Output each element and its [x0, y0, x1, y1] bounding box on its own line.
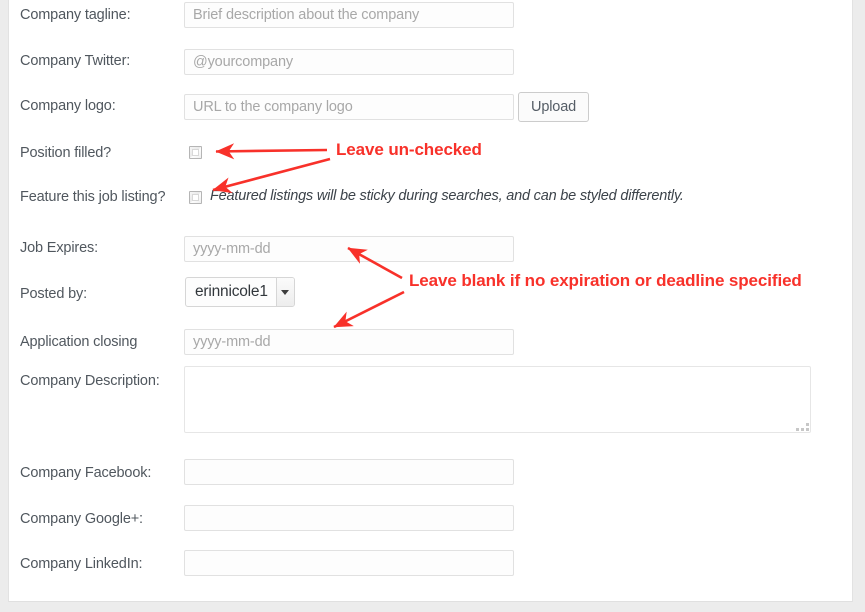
checkbox-feature-listing[interactable]	[189, 191, 202, 204]
input-company-tagline[interactable]	[184, 2, 514, 28]
textarea-company-description[interactable]	[184, 366, 811, 433]
upload-button[interactable]: Upload	[518, 92, 590, 122]
label-company-facebook: Company Facebook:	[20, 465, 152, 481]
annotation-leave-unchecked: Leave un-checked	[336, 140, 482, 159]
select-posted-by[interactable]: erinnicole1	[185, 277, 295, 307]
label-posted-by: Posted by:	[20, 286, 88, 302]
input-company-facebook[interactable]	[184, 459, 514, 485]
label-feature-listing: Feature this job listing?	[20, 189, 166, 205]
label-job-expires: Job Expires:	[20, 240, 98, 256]
job-listing-form-page: Company tagline: Company Twitter: Compan…	[0, 0, 865, 612]
label-company-linkedin: Company LinkedIn:	[20, 556, 143, 572]
label-company-logo: Company logo:	[20, 98, 116, 114]
chevron-down-icon	[275, 278, 294, 306]
label-position-filled: Position filled?	[20, 145, 112, 161]
label-application-closing: Application closing	[20, 334, 138, 350]
label-company-googleplus: Company Google+:	[20, 511, 143, 527]
label-company-tagline: Company tagline:	[20, 7, 131, 23]
resize-handle-icon[interactable]	[796, 421, 809, 433]
input-job-expires[interactable]	[184, 236, 514, 262]
form-field-rows: Company tagline: Company Twitter: Compan…	[0, 0, 865, 612]
label-company-twitter: Company Twitter:	[20, 53, 131, 69]
feature-listing-hint: Featured listings will be sticky during …	[210, 188, 684, 204]
checkbox-position-filled[interactable]	[189, 146, 202, 159]
select-posted-by-value: erinnicole1	[195, 283, 268, 300]
label-company-description: Company Description:	[20, 373, 160, 389]
input-company-twitter[interactable]	[184, 49, 514, 75]
annotation-leave-blank: Leave blank if no expiration or deadline…	[409, 271, 802, 290]
input-application-closing[interactable]	[184, 329, 514, 355]
input-company-googleplus[interactable]	[184, 505, 514, 531]
input-company-logo[interactable]	[184, 94, 514, 120]
input-company-linkedin[interactable]	[184, 550, 514, 576]
